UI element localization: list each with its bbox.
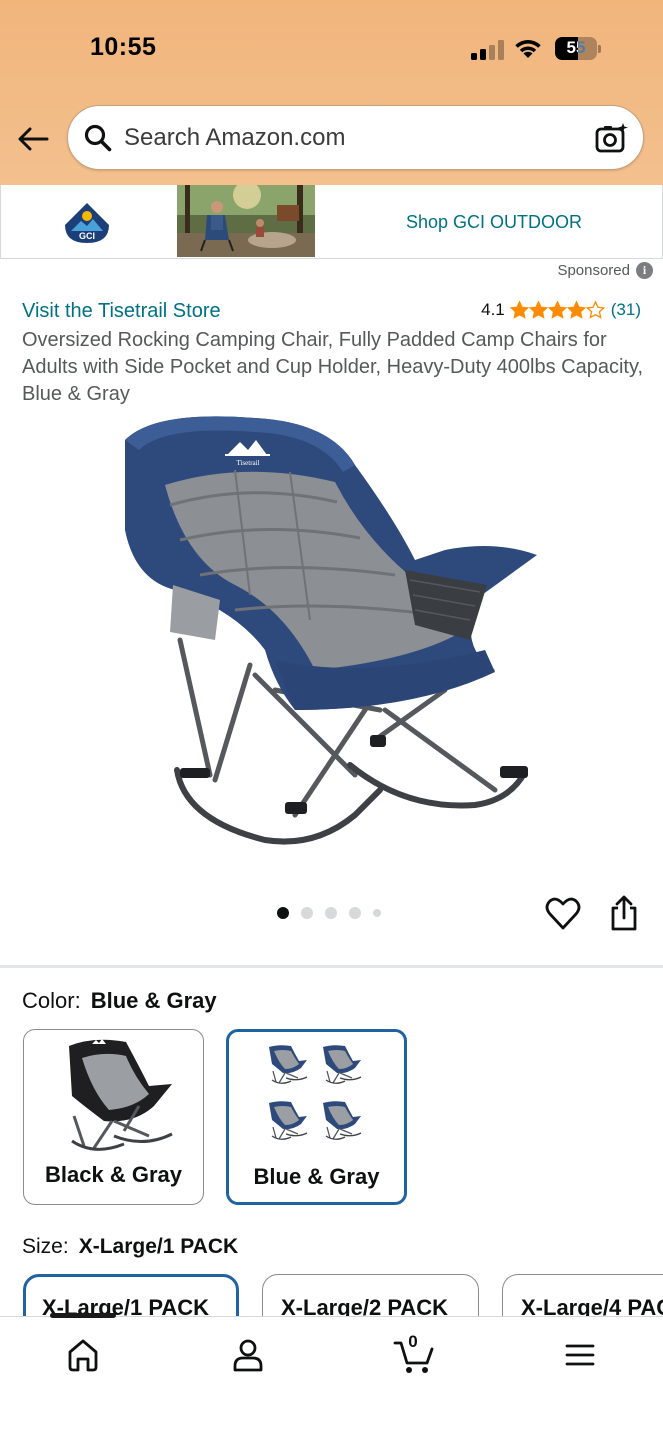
size-selector-label: Size: X-Large/1 PACK [22, 1235, 238, 1259]
cart-count-badge: 0 [408, 1332, 418, 1351]
blue-gray-chair-thumbnail [267, 1044, 362, 1140]
camera-search-icon[interactable] [595, 122, 629, 154]
product-image[interactable]: Tisetrail [115, 410, 545, 860]
search-icon [84, 124, 112, 152]
status-time: 10:55 [90, 33, 157, 61]
selected-size: X-Large/1 PACK [78, 1235, 239, 1258]
nav-menu[interactable] [560, 1335, 600, 1375]
nav-account[interactable] [228, 1335, 268, 1375]
carousel-dot[interactable] [373, 909, 381, 917]
chair-logo-text: Tisetrail [236, 459, 259, 467]
active-tab-indicator [50, 1313, 116, 1318]
bottom-navigation: 0 [0, 1313, 663, 1440]
color-option-blue-gray[interactable]: Blue & Gray [226, 1029, 407, 1205]
cellular-signal-icon [471, 40, 504, 60]
sponsored-brand-banner[interactable]: GCI Shop GCI OUTDOOR [0, 185, 663, 259]
rating-stars [509, 301, 605, 319]
star-icon [509, 301, 529, 319]
section-divider [0, 965, 663, 968]
size-label: Size: [22, 1235, 69, 1258]
share-icon[interactable] [607, 894, 641, 932]
carousel-dot[interactable] [325, 907, 337, 919]
rating-value: 4.1 [481, 300, 505, 319]
shop-brand-link[interactable]: Shop GCI OUTDOOR [406, 212, 582, 233]
color-option-label: Black & Gray [45, 1162, 182, 1187]
color-label: Color: [22, 988, 81, 1013]
black-gray-chair-thumbnail [68, 1039, 173, 1151]
battery-level: 55 [566, 38, 586, 57]
home-icon [68, 1339, 98, 1372]
ad-lifestyle-photo [177, 185, 315, 257]
star-icon [566, 301, 586, 319]
product-title: Oversized Rocking Camping Chair, Fully P… [22, 329, 644, 405]
account-icon [233, 1339, 263, 1372]
star-icon [528, 301, 548, 319]
visit-store-link[interactable]: Visit the Tisetrail Store [22, 300, 221, 323]
star-icon [547, 301, 567, 319]
color-option-black-gray[interactable]: Black & Gray [23, 1029, 204, 1205]
star-icon [585, 301, 605, 319]
gci-logo: GCI [65, 203, 109, 243]
carousel-dot[interactable] [349, 907, 361, 919]
search-bar[interactable] [67, 105, 644, 170]
sponsored-label: Sponsored i [557, 262, 653, 279]
app-header: 10:55 55 [0, 0, 663, 186]
hamburger-menu-icon [565, 1344, 595, 1366]
carousel-dot[interactable] [277, 907, 289, 919]
color-option-label: Blue & Gray [253, 1164, 380, 1189]
wishlist-heart-icon[interactable] [545, 896, 581, 932]
search-input[interactable] [124, 106, 584, 169]
info-icon[interactable]: i [636, 262, 653, 279]
review-count[interactable]: (31) [611, 300, 641, 320]
carousel-dot[interactable] [301, 907, 313, 919]
image-carousel-dots[interactable] [277, 907, 381, 919]
nav-cart[interactable]: 0 [393, 1332, 437, 1375]
nav-home[interactable] [63, 1335, 103, 1375]
rating-summary[interactable]: 4.1 (31) [481, 300, 641, 320]
selected-color: Blue & Gray [90, 988, 217, 1013]
sponsored-text: Sponsored [557, 262, 630, 279]
back-arrow-icon [18, 127, 49, 151]
wifi-icon [515, 40, 541, 58]
back-button[interactable] [14, 120, 52, 158]
gci-logo-text: GCI [79, 231, 95, 241]
color-selector-label: Color: Blue & Gray [22, 988, 217, 1014]
battery-icon: 55 [555, 37, 601, 60]
